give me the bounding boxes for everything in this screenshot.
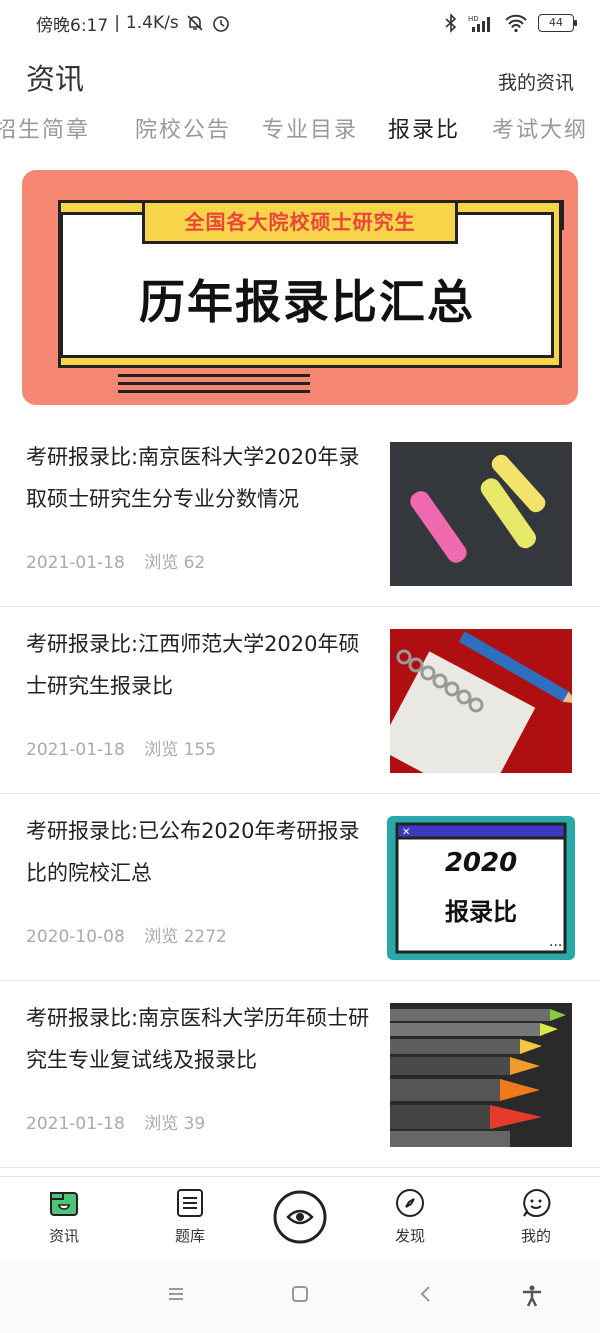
article-meta: 2021-01-18 浏览 155: [26, 735, 216, 760]
article-title[interactable]: 考研报录比:南京医科大学2020年录取硕士研究生分专业分数情况: [26, 436, 370, 520]
article-meta: 2020-10-08 浏览 2272: [26, 922, 227, 947]
crayons-image[interactable]: [390, 1003, 572, 1147]
nav-label-news: 资讯: [48, 1227, 79, 1245]
tab-school-notice[interactable]: 院校公告: [135, 112, 231, 144]
tab-exam-syllabus[interactable]: 考试大纲: [492, 112, 588, 144]
views-label: 浏览: [144, 1114, 179, 1134]
bottom-nav: 资讯 题库 发现 我的: [0, 1176, 600, 1262]
thumb-ratio-text: 报录比: [445, 898, 517, 926]
system-nav-bar: [0, 1262, 600, 1333]
status-time: 傍晚6:17: [36, 15, 109, 36]
center-eye-icon: [273, 1190, 327, 1244]
back-icon[interactable]: [416, 1284, 436, 1304]
chalk-image[interactable]: [390, 442, 572, 586]
article-meta: 2021-01-18 浏览 39: [26, 1109, 205, 1134]
thumb-year-text: 2020: [444, 848, 518, 878]
question-bank-icon: [177, 1189, 203, 1217]
header: 资讯 我的资讯: [0, 52, 600, 100]
nav-item-profile[interactable]: 我的: [496, 1187, 576, 1246]
views-count: 62: [183, 553, 206, 573]
home-icon[interactable]: [290, 1284, 310, 1304]
category-tabs: 招生简章 院校公告 专业目录 报录比 考试大纲: [0, 112, 600, 152]
views-label: 浏览: [144, 553, 179, 573]
nav-item-news[interactable]: 资讯: [24, 1187, 104, 1246]
article-title[interactable]: 考研报录比:江西师范大学2020年硕士研究生报录比: [26, 623, 370, 707]
compass-icon: [396, 1189, 424, 1217]
status-right: HD 44: [444, 13, 577, 33]
tab-major-catalog[interactable]: 专业目录: [262, 112, 358, 144]
status-left: 傍晚6:17 | 1.4K/s: [36, 11, 231, 36]
banner-lines-decoration: [118, 374, 310, 398]
network-speed: 1.4K/s: [125, 13, 179, 33]
article-item[interactable]: 考研报录比:已公布2020年考研报录比的院校汇总 2020-10-08 浏览 2…: [0, 794, 600, 981]
article-list: 考研报录比:南京医科大学2020年录取硕士研究生分专业分数情况 2021-01-…: [0, 420, 600, 1168]
profile-face-icon: [523, 1188, 551, 1217]
article-title[interactable]: 考研报录比:已公布2020年考研报录比的院校汇总: [26, 810, 370, 894]
my-news-link[interactable]: 我的资讯: [498, 68, 574, 95]
mute-bell-icon: [187, 15, 203, 31]
svg-text:HD: HD: [468, 15, 479, 23]
nav-item-discover[interactable]: 发现: [370, 1187, 450, 1246]
window-graphic-image[interactable]: ✕ ... 2020 报录比: [387, 816, 575, 960]
views-count: 39: [183, 1114, 206, 1134]
news-icon: [50, 1192, 78, 1216]
article-item[interactable]: 考研报录比:南京医科大学2020年录取硕士研究生分专业分数情况 2021-01-…: [0, 420, 600, 607]
tab-admission-guide[interactable]: 招生简章: [0, 112, 90, 144]
alarm-icon: [212, 16, 229, 32]
banner-title: 历年报录比汇总: [139, 275, 475, 329]
battery-icon: 44: [538, 14, 577, 32]
menu-icon[interactable]: [166, 1284, 186, 1304]
nav-label-discover: 发现: [394, 1227, 425, 1245]
status-bar: 傍晚6:17 | 1.4K/s HD 44: [0, 0, 600, 46]
nav-label-profile: 我的: [520, 1227, 551, 1245]
svg-text:...: ...: [549, 934, 562, 950]
views-count: 155: [183, 740, 217, 760]
page-title: 资讯: [26, 62, 85, 96]
accessibility-icon[interactable]: [520, 1284, 544, 1308]
pencil-notebook-image[interactable]: [390, 629, 572, 773]
bluetooth-icon: [445, 13, 457, 33]
article-date: 2020-10-08: [26, 927, 125, 947]
svg-text:✕: ✕: [402, 827, 410, 838]
article-date: 2021-01-18: [26, 740, 125, 760]
article-item[interactable]: 考研报录比:南京医科大学历年硕士研究生专业复试线及报录比 2021-01-18 …: [0, 981, 600, 1168]
nav-item-question-bank[interactable]: 题库: [150, 1187, 230, 1246]
article-title[interactable]: 考研报录比:南京医科大学历年硕士研究生专业复试线及报录比: [26, 997, 370, 1081]
views-count: 2272: [183, 927, 227, 947]
views-label: 浏览: [144, 927, 179, 947]
wifi-icon: [505, 14, 527, 33]
promo-banner[interactable]: 全国各大院校硕士研究生 历年报录比汇总: [22, 170, 578, 405]
nav-center-button[interactable]: [272, 1189, 328, 1245]
article-item[interactable]: 考研报录比:江西师范大学2020年硕士研究生报录比 2021-01-18 浏览 …: [0, 607, 600, 794]
tab-admission-ratio[interactable]: 报录比: [388, 112, 460, 144]
article-date: 2021-01-18: [26, 553, 125, 573]
article-date: 2021-01-18: [26, 1114, 125, 1134]
hd-signal-icon: HD: [468, 15, 490, 32]
nav-label-question-bank: 题库: [174, 1227, 205, 1245]
banner-tag: 全国各大院校硕士研究生: [142, 200, 458, 244]
views-label: 浏览: [144, 740, 179, 760]
article-meta: 2021-01-18 浏览 62: [26, 548, 205, 573]
status-divider: |: [114, 13, 120, 33]
